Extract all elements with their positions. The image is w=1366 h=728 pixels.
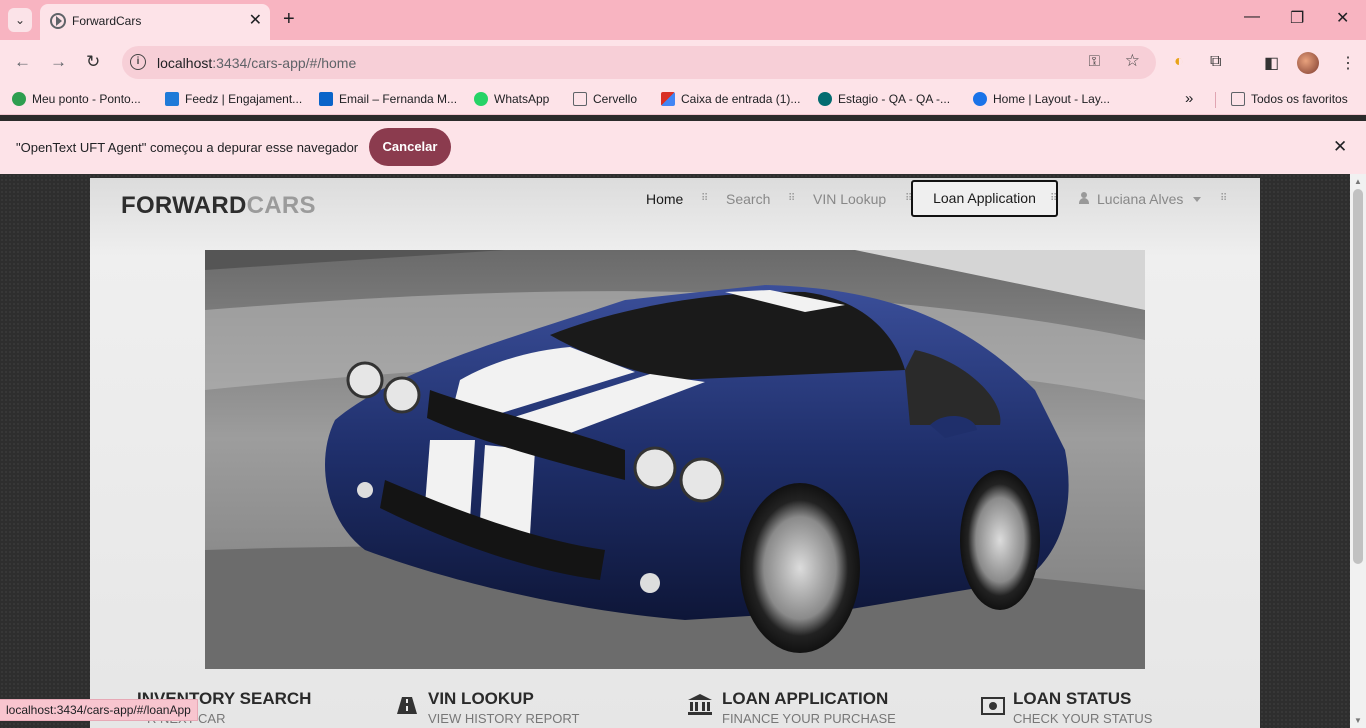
bookmark-label: WhatsApp [494, 92, 550, 106]
reload-icon[interactable]: ↻ [86, 52, 100, 72]
bookmark-email[interactable]: Email – Fernanda M... [319, 92, 457, 106]
bookmark-sharepoint-icon [818, 92, 832, 106]
feature-subtitle: VIEW HISTORY REPORT [428, 711, 580, 726]
bookmark-label: Email – Fernanda M... [339, 92, 458, 106]
infobar-close-icon[interactable]: ✕ [1333, 137, 1347, 157]
chevron-down-icon[interactable] [1193, 197, 1201, 202]
scrollbar-thumb[interactable] [1353, 189, 1363, 564]
bookmark-whatsapp-icon [474, 92, 488, 106]
hero-car-image [205, 250, 1145, 669]
password-key-icon[interactable]: ⚿ [1089, 53, 1100, 70]
scroll-up-icon[interactable]: ▲ [1354, 177, 1362, 186]
logo-forward: FORWARD [121, 192, 247, 219]
extensions-puzzle-icon[interactable]: ⧉ [1210, 53, 1221, 71]
address-bar[interactable]: i localhost:3434/cars-app/#/home ⚿ ☆ [122, 46, 1156, 79]
feature-title: LOAN STATUS [1013, 689, 1132, 708]
url-host: localhost [157, 55, 213, 71]
road-icon-svg [397, 697, 417, 714]
bookmark-label: Feedz | Engajament... [185, 92, 303, 106]
bookmark-whatsapp[interactable]: WhatsApp [474, 92, 549, 106]
bookmark-feedz[interactable]: Feedz | Engajament... [165, 92, 302, 106]
bookmark-gmail-icon [661, 92, 675, 106]
hero-car-illustration [205, 250, 1145, 669]
nav-loan-application[interactable]: Loan Application [911, 180, 1058, 217]
bookmark-layout[interactable]: Home | Layout - Lay... [973, 92, 1110, 106]
feature-title: VIN LOOKUP [428, 689, 534, 708]
all-bookmarks-folder-icon [1231, 92, 1245, 106]
site-info-icon[interactable]: i [130, 54, 146, 70]
bank-icon-svg [688, 694, 712, 715]
money-icon [981, 697, 1005, 717]
debug-infobar: "OpenText UFT Agent" começou a depurar e… [0, 121, 1366, 174]
side-panel-icon[interactable]: ◧ [1264, 53, 1279, 73]
minimize-icon[interactable]: — [1244, 8, 1260, 26]
bookmark-label: Meu ponto - Ponto... [32, 92, 141, 106]
nav-vin-lookup[interactable]: VIN Lookup [813, 191, 886, 207]
money-icon-svg [981, 697, 1005, 715]
bookmark-gmail[interactable]: Caixa de entrada (1)... [661, 92, 800, 106]
bookmark-cervello[interactable]: Cervello [573, 92, 637, 106]
logo-cars: CARS [246, 192, 316, 219]
feature-subtitle: CHECK YOUR STATUS [1013, 711, 1153, 726]
bookmark-folder-icon [573, 92, 587, 106]
road-icon [396, 695, 418, 715]
bookmarks-bar: Meu ponto - Ponto... Feedz | Engajament.… [0, 85, 1366, 115]
tab-title: ForwardCars [72, 14, 142, 28]
url-path: :3434/cars-app/#/home [212, 55, 357, 71]
restore-icon[interactable]: ❐ [1290, 8, 1304, 28]
site-container: FORWARDCARS Home ⠿ Search ⠿ VIN Lookup ⠿… [90, 178, 1260, 728]
bookmark-label: Caixa de entrada (1)... [681, 92, 801, 106]
tab-favicon-icon [50, 13, 66, 29]
page-viewport: FORWARDCARS Home ⠿ Search ⠿ VIN Lookup ⠿… [0, 174, 1350, 728]
nav-user-menu[interactable]: Luciana Alves [1097, 191, 1183, 207]
new-tab-icon[interactable]: + [283, 8, 295, 30]
extension-uft-icon[interactable]: ◐ [1174, 53, 1184, 71]
site-logo[interactable]: FORWARDCARS [121, 192, 316, 220]
bookmark-layout-icon [973, 92, 987, 106]
nav-separator-icon: ⠿ [1220, 193, 1227, 204]
forward-icon[interactable]: → [50, 52, 67, 72]
menu-dots-icon[interactable]: ⋮ [1340, 53, 1356, 73]
bookmark-meu-ponto-icon [12, 92, 26, 106]
tab-bar: ⌄ ForwardCars ✕ + — ❐ ✕ [0, 0, 1366, 40]
nav-separator-icon: ⠿ [1050, 193, 1057, 204]
feature-loan-application[interactable]: LOAN APPLICATION FINANCE YOUR PURCHASE [722, 689, 896, 726]
nav-separator-icon: ⠿ [788, 193, 795, 204]
scroll-down-icon[interactable]: ▼ [1354, 716, 1362, 725]
feature-loan-status[interactable]: LOAN STATUS CHECK YOUR STATUS [1013, 689, 1152, 726]
address-url[interactable]: localhost:3434/cars-app/#/home [157, 55, 356, 71]
tab-forwardcars[interactable]: ForwardCars ✕ [40, 4, 270, 40]
tab-search-button[interactable]: ⌄ [8, 8, 32, 32]
tab-close-icon[interactable]: ✕ [249, 10, 262, 30]
bookmark-star-icon[interactable]: ☆ [1125, 51, 1140, 71]
feature-subtitle: FINANCE YOUR PURCHASE [722, 711, 896, 726]
bookmarks-divider [1215, 92, 1216, 108]
nav-home[interactable]: Home [646, 191, 683, 207]
profile-avatar[interactable] [1297, 52, 1319, 74]
nav-separator-icon: ⠿ [701, 193, 708, 204]
infobar-message: "OpenText UFT Agent" começou a depurar e… [16, 140, 359, 155]
bank-icon [688, 694, 712, 715]
all-bookmarks[interactable]: Todos os favoritos [1231, 92, 1348, 106]
feature-vin-lookup[interactable]: VIN LOOKUP VIEW HISTORY REPORT [428, 689, 579, 726]
more-bookmarks-icon[interactable]: » [1185, 90, 1193, 107]
browser-toolbar: ← → ↻ i localhost:3434/cars-app/#/home ⚿… [0, 40, 1366, 85]
bookmark-outlook-icon [319, 92, 333, 106]
feature-title: LOAN APPLICATION [722, 689, 889, 708]
bookmark-label: Cervello [593, 92, 638, 106]
bookmark-estagio[interactable]: Estagio - QA - QA -... [818, 92, 950, 106]
page-scrollbar[interactable]: ▲ ▼ [1350, 174, 1366, 728]
infobar-cancel-button[interactable]: Cancelar [369, 128, 451, 166]
nav-search[interactable]: Search [726, 191, 770, 207]
back-icon[interactable]: ← [14, 52, 31, 72]
bookmark-label: Home | Layout - Lay... [993, 92, 1110, 106]
bookmark-feedz-icon [165, 92, 179, 106]
all-bookmarks-label: Todos os favoritos [1251, 92, 1348, 106]
user-icon [1079, 192, 1089, 204]
bookmark-meu-ponto[interactable]: Meu ponto - Ponto... [12, 92, 141, 106]
bookmark-label: Estagio - QA - QA -... [838, 92, 951, 106]
link-status-bubble: localhost:3434/cars-app/#/loanApp [0, 699, 198, 721]
close-window-icon[interactable]: ✕ [1336, 8, 1349, 28]
